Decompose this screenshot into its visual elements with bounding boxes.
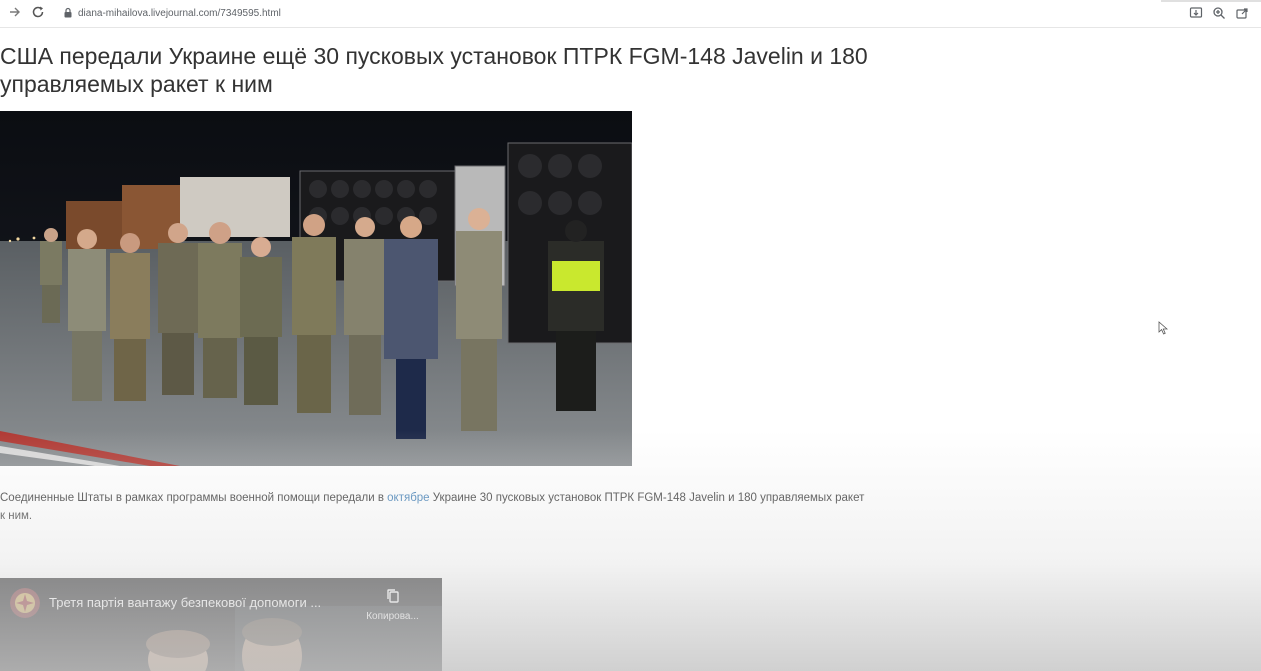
reload-icon	[32, 6, 44, 18]
article-title: США передали Украине ещё 30 пусковых уст…	[0, 43, 868, 97]
video-title[interactable]: Третя партія вантажу безпекової допомоги…	[49, 595, 369, 610]
reload-button[interactable]	[30, 5, 46, 21]
install-icon[interactable]	[1189, 6, 1203, 20]
lock-icon	[64, 7, 72, 18]
zoom-icon[interactable]	[1212, 6, 1226, 20]
tab-strip-edge	[1161, 0, 1261, 2]
october-link[interactable]: октябре	[387, 492, 429, 504]
share-icon[interactable]	[1235, 6, 1249, 20]
arrow-right-icon	[10, 7, 20, 17]
copy-link-button[interactable]: Копирова...	[360, 588, 425, 622]
article-body-text-start: Соединенные Штаты в рамках программы вое…	[0, 492, 388, 504]
url-text: diana-mihailova.livejournal.com/7349595.…	[78, 8, 281, 19]
embedded-video[interactable]: Третя партія вантажу безпекової допомоги…	[0, 578, 442, 671]
copy-link-label: Копирова...	[366, 611, 419, 622]
channel-avatar[interactable]	[10, 588, 40, 618]
mouse-cursor-icon	[1158, 321, 1168, 335]
forward-button[interactable]	[7, 5, 23, 21]
copy-icon	[386, 589, 399, 603]
address-bar[interactable]: diana-mihailova.livejournal.com/7349595.…	[56, 4, 1146, 23]
emblem-icon	[10, 588, 40, 618]
browser-toolbar: diana-mihailova.livejournal.com/7349595.…	[0, 0, 1261, 28]
article-photo	[0, 111, 632, 466]
article-body: Соединенные Штаты в рамках программы вое…	[0, 489, 870, 525]
